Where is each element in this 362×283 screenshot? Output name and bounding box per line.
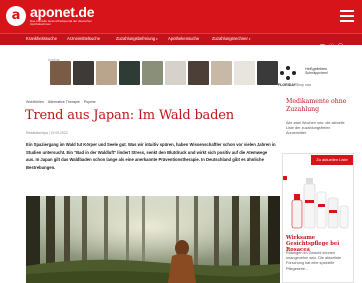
ad-product-image[interactable] [142,61,163,85]
aponet-logo[interactable]: a [6,6,26,26]
heart-icon[interactable]: ♡ [327,43,336,50]
forest-image [26,196,280,283]
cart-icon[interactable]: ⊡ [318,43,327,50]
ad-cta[interactable]: Shop now [296,83,311,87]
ad-product-image[interactable] [50,61,71,85]
nav-item-label: Arzneimittelsuche [67,36,101,41]
ad-product-image[interactable] [234,61,255,85]
ad-product-image[interactable] [188,61,209,85]
chevron-down-icon: ▾ [248,37,251,41]
nav-item-label: Apothekensuche [168,36,200,41]
search-icon[interactable]: ⌕ [345,44,354,51]
ad-brand[interactable]: FLORIDAY [278,83,296,87]
hamburger-menu-icon[interactable] [340,10,354,22]
product-bottles [291,178,349,229]
article-lead: Ein Spaziergang im Wald tut Körper und S… [26,142,276,170]
nav-item-krankheitssuche[interactable]: Krankheitssuche [26,36,57,41]
nav-item-label: Krankheitssuche [26,36,57,41]
brand-tagline: Das offizielle Gesundheitsportal der deu… [30,19,92,27]
article-meta: Redaktion/dpa | 19.09.2022 [26,131,68,135]
ad-product-image[interactable] [165,61,186,85]
logo-letter: a [11,8,21,23]
floriday-logo-icon [280,66,296,80]
ad-copy: Heißgeliebtes Schnäppchen! [305,67,328,76]
breadcrumb: Wohlfühlen Alternative Therapie Psyche [26,100,99,104]
ad-product-image[interactable] [257,61,278,85]
nav-item-label: Zuzahlungsrechner [212,36,248,41]
offer-button[interactable]: Zu aktuellen Liste [311,155,353,165]
breadcrumb-item[interactable]: Wohlfühlen [26,100,44,104]
sidebar-text: Alle zwei Wochen neu: die aktuelle Liste… [286,121,345,136]
ad-product-image[interactable] [73,61,94,85]
ad-product-image[interactable] [96,61,117,85]
sidebar-heading[interactable]: Medikamente ohne Zuzahlung [286,98,354,113]
ad-product-image[interactable] [119,61,140,85]
offer-body: Rötungen im Gesicht können unangenehm se… [286,251,342,271]
breadcrumb-item[interactable]: Alternative Therapie [48,100,80,104]
nav-item-zuzahlungsrechner[interactable]: Zuzahlungsrechner▾ [212,36,250,41]
chevron-down-icon: ▾ [156,37,158,41]
offer-tag-icon [283,176,287,180]
breadcrumb-item[interactable]: Psyche [84,100,96,104]
ad-product-image[interactable] [211,61,232,85]
nav-item-apothekensuche[interactable]: Apothekensuche [168,36,199,41]
product-image[interactable] [290,170,350,230]
brand-name[interactable]: aponet.de [30,4,95,20]
forest-photo [26,196,280,283]
nav-item-label: Zuzahlungsbefreiung [116,36,156,41]
nav-item-arzneimittelsuche[interactable]: Arzneimittelsuche [67,36,100,41]
article-title: Trend aus Japan: Im Wald baden [25,108,234,123]
user-icon[interactable]: ◯ [336,43,345,50]
nav-item-zuzahlungsbefreiung[interactable]: Zuzahlungsbefreiung▾ [116,36,158,41]
nav-icons: ⊡ ♡ ◯ ⌕ [318,35,354,53]
